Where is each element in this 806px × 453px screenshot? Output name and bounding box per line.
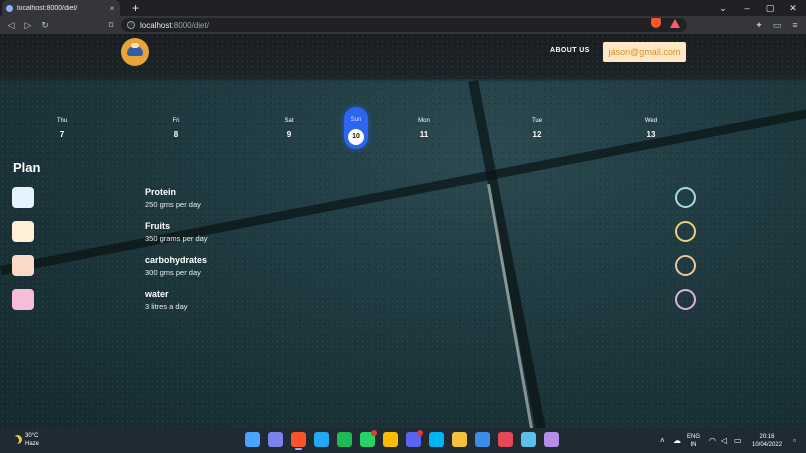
browser-toolbar: ◁ ▷ ↻ ⌑ i localhost:8000/diet/ ✦ ▭ ≡ [0,16,806,34]
store-icon[interactable] [498,432,513,447]
plan-item-name: Protein [145,187,177,197]
minimize-icon[interactable]: – [740,1,754,15]
browser-tab[interactable]: localhost:8000/diet/ × [2,0,120,16]
tab-title: localhost:8000/diet/ [17,4,78,12]
reload-icon[interactable]: ↻ [38,18,52,32]
notification-icon[interactable]: ▫ [793,436,796,445]
plan-item-check[interactable] [675,289,696,310]
battery-icon[interactable]: ▭ [734,436,742,445]
notification-badge [371,430,377,436]
brave-shields-icon[interactable] [651,18,661,28]
plan-item-quantity: 300 gms per day [145,268,201,277]
chevron-up-icon[interactable]: ˄ [660,436,665,445]
plan-item-check[interactable] [675,255,696,276]
day-sat[interactable]: Sat 9 [274,118,304,139]
close-window-icon[interactable]: ✕ [786,1,800,15]
wallet-icon[interactable]: ▭ [770,18,784,32]
plan-item-protein: Protein 250 gms per day [0,187,806,211]
weather-temperature: 30°C [25,433,39,439]
brave-browser-icon[interactable] [291,432,306,450]
plan-item-quantity: 350 grams per day [145,234,208,243]
whatsapp-icon[interactable] [360,430,377,447]
photos-icon[interactable] [475,432,490,447]
plan-item-water: water 3 litres a day [0,289,806,313]
maximize-icon[interactable]: ▢ [763,1,777,15]
moon-icon [10,436,19,445]
url-path: :8000/diet/ [171,20,209,30]
plan-item-name: carbohydrates [145,255,208,265]
windows-taskbar: 30°C Haze ˄ ☁ ENG IN ◠ ◁ ▭ 20:16 10/04/2… [0,428,806,453]
plan-item-quantity: 250 gms per day [145,200,201,209]
volume-icon[interactable]: ◁ [721,436,727,445]
site-logo[interactable] [121,38,149,66]
plan-item-swatch [12,221,34,242]
spotify-icon[interactable] [337,432,352,447]
brave-rewards-icon[interactable] [670,19,680,28]
plan-item-check[interactable] [675,221,696,242]
address-bar[interactable]: i localhost:8000/diet/ [121,18,687,32]
plan-item-fruits: Fruits 350 grams per day [0,221,806,245]
close-tab-icon[interactable]: × [108,4,116,13]
extensions-icon[interactable]: ✦ [752,18,766,32]
notepad-icon[interactable] [521,432,536,447]
chrome-icon[interactable] [383,432,398,447]
cortana-icon[interactable] [429,432,444,447]
day-wed[interactable]: Wed 13 [636,118,666,139]
github-icon[interactable] [544,432,559,447]
plan-item-name: water [145,289,169,299]
new-tab-button[interactable]: + [132,1,139,15]
day-thu[interactable]: Thu 7 [47,118,77,139]
globe-icon [6,4,13,12]
cloud-icon[interactable]: ☁ [673,436,681,445]
tab-search-icon[interactable]: ⌄ [716,1,730,15]
file-explorer-icon[interactable] [452,432,467,447]
day-tue[interactable]: Tue 12 [522,118,552,139]
weather-widget[interactable]: 30°C Haze [12,432,39,448]
discord-icon[interactable] [406,430,423,447]
plan-item-swatch [12,255,34,276]
plan-item-swatch [12,289,34,310]
url-host: localhost [140,20,172,30]
notification-badge [417,430,423,436]
forward-icon[interactable]: ▷ [21,18,35,32]
day-mon[interactable]: Mon 11 [409,118,439,139]
user-email-button[interactable]: jason@gmail.com [603,42,686,62]
taskbar-apps [245,430,567,450]
plan-item-quantity: 3 litres a day [145,302,188,311]
wifi-icon[interactable]: ◠ [709,436,716,445]
plan-item-check[interactable] [675,187,696,208]
chat-icon[interactable] [268,432,283,447]
menu-icon[interactable]: ≡ [788,18,802,32]
weather-condition: Haze [25,441,40,447]
clock[interactable]: 20:16 10/04/2022 [752,433,782,449]
language-indicator[interactable]: ENG IN [687,433,700,449]
vscode-icon[interactable] [314,432,329,447]
bookmark-icon[interactable]: ⌑ [104,18,118,32]
windows-start-icon[interactable] [245,432,260,447]
diet-page: ABOUT US jason@gmail.com Thu 7 Fri 8 Sat… [0,34,806,428]
back-icon[interactable]: ◁ [4,18,18,32]
plan-item-carbohydrates: carbohydrates 300 gms per day [0,255,806,279]
day-fri[interactable]: Fri 8 [161,118,191,139]
plan-title: Plan [13,160,41,175]
day-sun-selected[interactable]: Sun 10 [344,107,368,149]
plan-item-swatch [12,187,34,208]
site-info-icon[interactable]: i [127,21,135,29]
plan-item-name: Fruits [145,221,171,231]
about-us-link[interactable]: ABOUT US [550,47,590,54]
browser-tab-strip: localhost:8000/diet/ × + ⌄ – ▢ ✕ [0,0,806,16]
